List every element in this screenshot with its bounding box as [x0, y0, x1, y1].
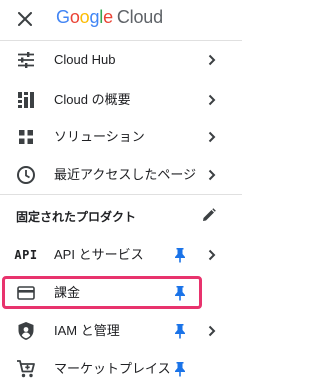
api-icon: API — [14, 245, 38, 265]
nav-item-cloud-overview[interactable]: Cloud の概要 — [0, 82, 242, 118]
pinned-item-label: マーケットプレイス — [54, 361, 171, 376]
apps-grid-icon — [16, 127, 36, 147]
header: Google Cloud — [0, 0, 242, 40]
chevron-right-icon — [204, 92, 220, 108]
chevron-right-icon — [204, 247, 220, 263]
chevron-right-icon — [204, 52, 220, 68]
nav-item-solutions[interactable]: ソリューション — [0, 119, 242, 155]
logo-letter: e — [103, 7, 113, 27]
close-button[interactable] — [14, 8, 36, 30]
pinned-item-marketplace[interactable]: マーケットプレイス — [0, 351, 242, 387]
nav-item-label: Cloud の概要 — [54, 92, 131, 107]
section-divider — [0, 194, 242, 195]
pinned-item-api-services[interactable]: API API とサービス — [0, 237, 242, 273]
edit-pinned-button[interactable] — [200, 206, 218, 224]
pin-icon[interactable] — [172, 322, 188, 340]
logo-letter: G — [56, 7, 70, 27]
pin-icon[interactable] — [172, 284, 188, 302]
header-divider — [0, 40, 242, 41]
pinned-item-iam-admin[interactable]: IAM と管理 — [0, 313, 242, 349]
nav-item-label: Cloud Hub — [54, 52, 116, 67]
chevron-right-icon — [204, 129, 220, 145]
billing-card-icon — [16, 283, 36, 303]
nav-item-cloud-hub[interactable]: Cloud Hub — [0, 42, 242, 78]
logo-letter: g — [89, 7, 100, 27]
clock-icon — [16, 165, 36, 185]
pinned-item-label: 課金 — [54, 285, 81, 300]
cart-icon — [16, 359, 36, 379]
pinned-item-billing[interactable]: 課金 — [0, 275, 242, 311]
nav-item-recent-pages[interactable]: 最近アクセスしたページ — [0, 157, 242, 193]
pinned-item-label: API とサービス — [54, 247, 144, 262]
chevron-right-icon — [204, 167, 220, 183]
dashboard-icon — [16, 90, 36, 110]
nav-item-label: ソリューション — [54, 129, 145, 144]
close-icon — [18, 12, 32, 26]
pin-icon[interactable] — [172, 246, 188, 264]
api-icon-text: API — [14, 248, 38, 262]
pencil-icon — [203, 208, 216, 221]
google-cloud-logo[interactable]: Google Cloud — [56, 7, 163, 28]
pinned-products-title: 固定されたプロダクト — [16, 210, 137, 224]
pinned-item-label: IAM と管理 — [54, 323, 120, 338]
logo-letter: o — [69, 7, 80, 27]
logo-letter: o — [79, 7, 90, 27]
tune-sliders-icon — [16, 50, 36, 70]
pin-icon[interactable] — [172, 360, 188, 378]
chevron-right-icon — [204, 323, 220, 339]
nav-item-label: 最近アクセスしたページ — [54, 167, 197, 182]
logo-cloud-text: Cloud — [116, 7, 163, 27]
shield-icon — [16, 321, 36, 341]
